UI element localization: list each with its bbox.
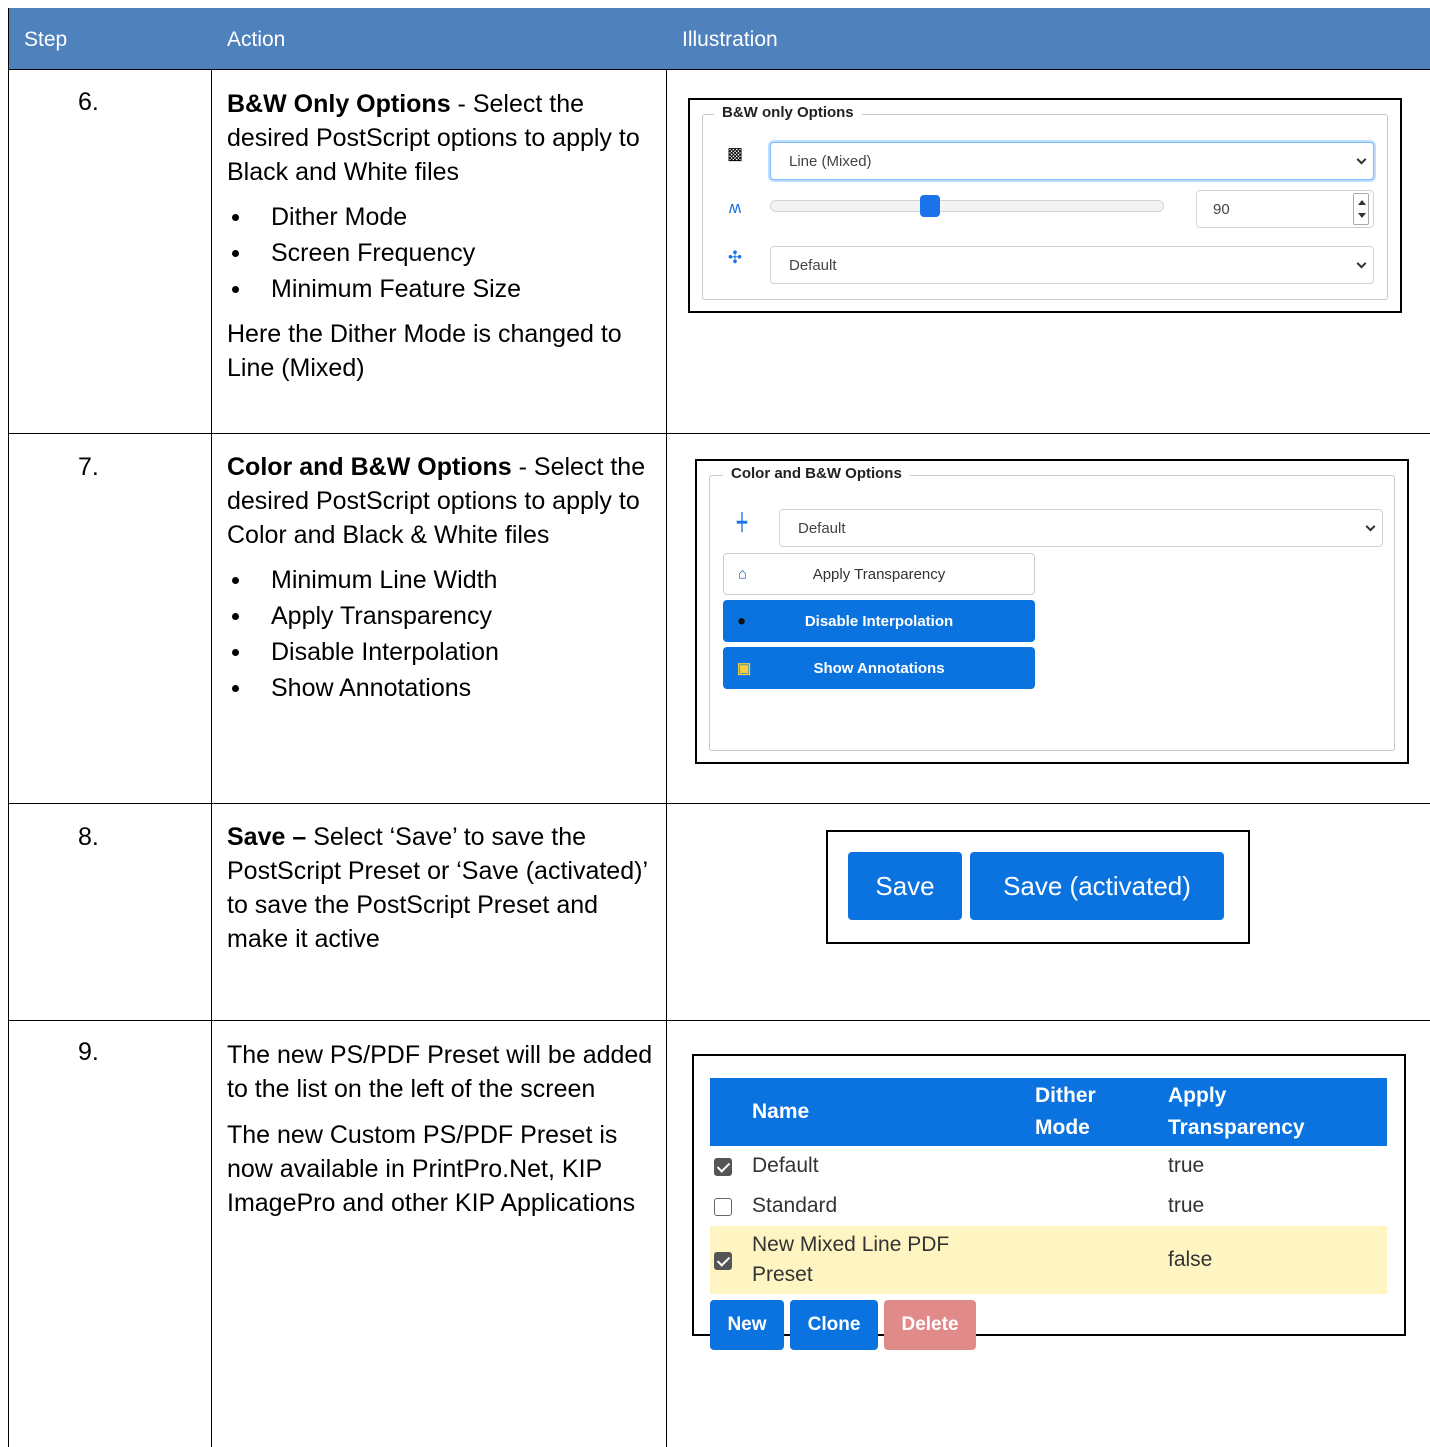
table-row[interactable]: New Mixed Line PDF Preset false [710,1226,1387,1294]
column-divider-1 [211,70,212,1447]
preset-list-screenshot: Name Dither Mode Apply Transparency Defa… [692,1054,1406,1350]
action-step-9: The new PS/PDF Preset will be added to t… [227,1038,657,1220]
list-item: Screen Frequency [227,235,657,271]
screen-frequency-input[interactable]: 90 [1196,190,1374,228]
bw-options-screenshot: B&W only Options ▩ Line (Mixed) ʍ 90 ✣ D… [688,98,1402,313]
action-title: Color and B&W Options [227,453,512,481]
min-line-width-select[interactable]: Default [779,509,1383,547]
chevron-down-icon [1356,258,1367,269]
header-action: Action [227,28,286,51]
action-title: B&W Only Options [227,90,451,118]
preset-transparency: false [1168,1248,1213,1271]
preset-table-header: Name Dither Mode Apply Transparency [710,1078,1387,1146]
show-annotations-button[interactable]: ▣ Show Annotations [723,647,1035,689]
bw-options-legend: B&W only Options [714,104,862,121]
save-screenshot: Save Save (activated) [826,830,1250,944]
home-icon: ⌂ [738,565,748,583]
row-divider-2 [8,803,1430,804]
annotation-icon: ▣ [737,660,752,677]
step-number: 7. [78,453,99,481]
bullet-list: Dither Mode Screen Frequency Minimum Fea… [227,199,657,307]
list-item: Show Annotations [227,670,657,706]
min-feature-size-select[interactable]: Default [770,246,1374,284]
header-step: Step [24,28,68,51]
spinner-icon[interactable] [1353,193,1369,225]
color-options-screenshot: Color and B&W Options ┿ Default ⌂ Apply … [695,459,1409,764]
preset-name: New Mixed Line PDF Preset [752,1233,950,1286]
header-illustration: Illustration [682,28,778,51]
preset-name: Default [752,1154,819,1177]
column-header-dither: Dither Mode [1035,1084,1096,1139]
screen-frequency-slider[interactable] [770,200,1164,212]
column-divider-2 [666,70,667,1447]
table-border-left [8,8,9,1447]
step-number: 8. [78,823,99,851]
table-row[interactable]: Standard true [710,1186,1387,1226]
action-step-6: B&W Only Options - Select the desired Po… [227,87,657,385]
action-note: The new Custom PS/PDF Preset is now avai… [227,1121,636,1217]
list-item: Dither Mode [227,199,657,235]
preset-transparency: true [1168,1154,1205,1177]
new-button[interactable]: New [710,1300,784,1350]
slider-thumb[interactable] [919,195,940,217]
save-button[interactable]: Save [848,852,962,920]
preset-transparency: true [1168,1194,1205,1217]
min-feature-size-value: Default [789,256,837,274]
chevron-down-icon [1356,154,1367,165]
color-options-legend: Color and B&W Options [723,465,910,482]
list-item: Apply Transparency [227,598,657,634]
show-annotations-label: Show Annotations [813,659,945,677]
disable-interpolation-label: Disable Interpolation [804,612,954,630]
list-item: Disable Interpolation [227,634,657,670]
instruction-table: Step Action Illustration 6. 7. 8. 9. B&W… [8,8,1430,1447]
save-activated-button[interactable]: Save (activated) [970,852,1224,920]
chevron-down-icon [1365,521,1376,532]
row-checkbox[interactable] [714,1158,732,1176]
dither-mode-icon: ▩ [726,144,744,163]
clone-button[interactable]: Clone [790,1300,878,1350]
min-line-width-icon: ┿ [736,513,748,532]
column-header-transparency: Apply Transparency [1168,1084,1305,1139]
delete-button[interactable]: Delete [884,1300,976,1350]
action-intro: The new PS/PDF Preset will be added to t… [227,1041,653,1103]
row-divider-1 [8,433,1430,434]
screen-frequency-value: 90 [1213,200,1230,218]
row-checkbox[interactable] [714,1252,732,1270]
step-number: 9. [78,1038,99,1066]
step-number: 6. [78,88,99,116]
dot-icon: ● [737,612,747,630]
action-step-8: Save – Select ‘Save’ to save the PostScr… [227,820,657,956]
apply-transparency-label: Apply Transparency [812,565,946,583]
column-header-name: Name [752,1100,810,1123]
row-divider-3 [8,1020,1430,1021]
action-title: Save – [227,823,307,851]
apply-transparency-button[interactable]: ⌂ Apply Transparency [723,553,1035,595]
disable-interpolation-button[interactable]: ● Disable Interpolation [723,600,1035,642]
dither-mode-select[interactable]: Line (Mixed) [770,142,1374,180]
min-feature-size-icon: ✣ [727,248,743,267]
bullet-list: Minimum Line Width Apply Transparency Di… [227,562,657,706]
table-row[interactable]: Default true [710,1146,1387,1186]
row-checkbox[interactable] [714,1198,732,1216]
action-step-7: Color and B&W Options - Select the desir… [227,450,657,716]
list-item: Minimum Line Width [227,562,657,598]
table-header: Step Action Illustration [8,8,1430,70]
action-note: Here the Dither Mode is changed to Line … [227,320,622,382]
list-item: Minimum Feature Size [227,271,657,307]
preset-name: Standard [752,1194,838,1217]
dither-mode-value: Line (Mixed) [789,152,872,170]
min-line-width-value: Default [798,519,846,537]
screen-frequency-icon: ʍ [728,198,742,217]
